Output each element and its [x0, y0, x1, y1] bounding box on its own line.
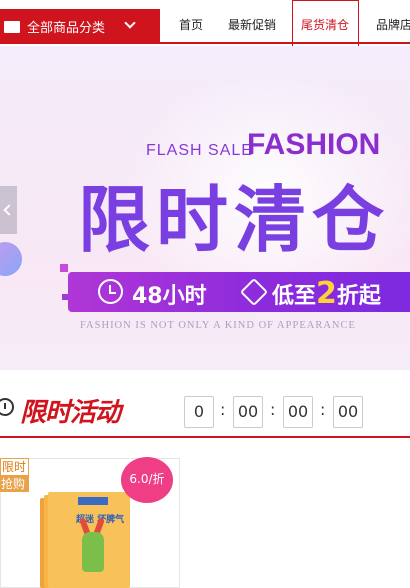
discount-prefix: 低至 [272, 284, 317, 309]
fashion-text: FASHION [247, 128, 381, 161]
countdown-separator: : [220, 400, 226, 419]
banner-prev-button[interactable] [0, 186, 17, 234]
category-menu-label: 全部商品分类 [27, 21, 106, 36]
countdown-seconds: 00 [333, 396, 363, 428]
discount-suffix: 折起 [336, 284, 381, 309]
activity-header: 限时活动 0 : 00 : 00 : 00 [0, 386, 410, 438]
countdown-separator: : [320, 400, 326, 419]
clock-icon [98, 279, 123, 304]
top-nav: 全部商品分类 首页 最新促销 尾货清仓 品牌店 [0, 0, 410, 44]
banner-slogan: FASHION IS NOT ONLY A KIND OF APPEARANCE [80, 320, 356, 331]
discount-text: 低至2折起 [272, 276, 381, 311]
product-image[interactable]: 超迷 坏脾气 [40, 492, 130, 588]
nav-item-brand-stores[interactable]: 品牌店 [376, 17, 410, 33]
discount-number: 2 [316, 276, 337, 311]
countdown-minutes: 00 [283, 396, 313, 428]
countdown-separator: : [270, 400, 276, 419]
activity-title: 限时活动 [20, 398, 121, 428]
hours-text: 48小时 [132, 284, 207, 309]
decor-ball [0, 242, 22, 276]
badge-line1: 限时 [0, 458, 29, 476]
tag-icon [239, 277, 269, 307]
nav-item-clearance[interactable]: 尾货清仓 [301, 17, 349, 33]
alarm-clock-icon [0, 398, 14, 416]
discount-bubble: 6.0/折 [121, 457, 173, 503]
hero-banner[interactable]: FLASH SALE FASHION 限时清仓 48小时 低至2折起 FASHI… [0, 46, 410, 370]
book-label [78, 497, 108, 505]
flash-sale-text: FLASH SALE [146, 142, 253, 159]
countdown-days: 0 [184, 396, 214, 428]
menu-icon [4, 20, 20, 33]
nav-item-home[interactable]: 首页 [179, 17, 203, 33]
chevron-down-icon [124, 17, 136, 29]
decor-square [60, 264, 68, 272]
nav-item-promotions[interactable]: 最新促销 [228, 17, 276, 33]
countdown-hours: 00 [233, 396, 263, 428]
rabbit-illustration [82, 532, 104, 572]
book-cover-front: 超迷 坏脾气 [48, 492, 130, 588]
flash-sale-badge: 限时 抢购 [0, 458, 29, 492]
category-menu-button[interactable]: 全部商品分类 [0, 9, 160, 44]
banner-main-title: 限时清仓 [78, 178, 391, 262]
promo-bar: 48小时 低至2折起 [60, 264, 410, 312]
badge-line2: 抢购 [0, 476, 29, 492]
